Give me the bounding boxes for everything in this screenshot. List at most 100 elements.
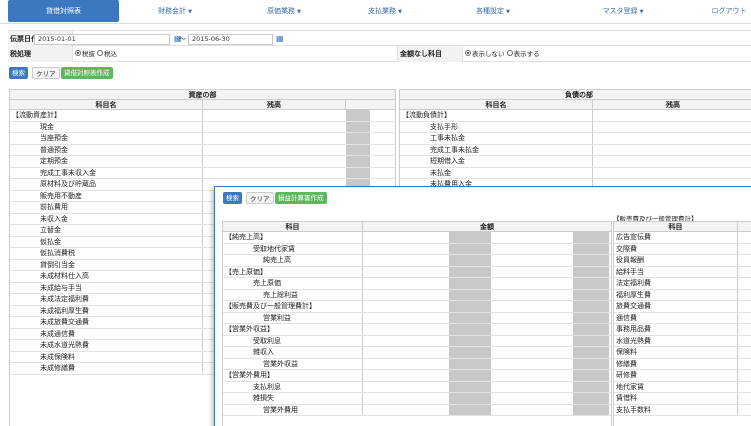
sga-amount-cell (738, 370, 751, 381)
search-button[interactable]: 検索 (9, 67, 28, 79)
liability-row: 【流動負債計】 (400, 110, 751, 122)
income-col-amount: 金額 (480, 223, 494, 231)
sga-amount-cell (738, 232, 751, 243)
overlay-search-button[interactable]: 検索 (223, 192, 242, 204)
sga-amount-cell (738, 301, 751, 312)
sga-row: 法定福利費 (614, 278, 751, 290)
asset-balance-shade (346, 156, 370, 167)
sga-account-name: 地代家賃 (614, 381, 738, 392)
sga-account-name: 役員報酬 (614, 255, 738, 266)
income-account-name: 売上総利益 (223, 289, 363, 300)
asset-spacer-cell (370, 168, 395, 179)
tax-included-radio[interactable]: 税込 (97, 50, 117, 58)
nav-cost-operations[interactable]: 原価業務 ▼ (251, 0, 317, 22)
chevron-down-icon: ▼ (398, 9, 402, 15)
liability-row: 工事未払金 (400, 133, 751, 145)
asset-row: 普通預金 (10, 144, 395, 156)
sga-row: 賃借料 (614, 393, 751, 405)
sga-amount-cell (738, 313, 751, 324)
asset-balance-cell (203, 168, 346, 179)
income-amount-shade (449, 335, 491, 346)
nav-financial-accounting[interactable]: 財務会計 ▼ (142, 0, 208, 22)
nav-logout[interactable]: ログアウト (704, 0, 751, 22)
date-to-input[interactable]: 2015-06-30 (188, 34, 273, 45)
asset-account-name: 未成通信費 (10, 328, 203, 339)
income-account-name: 営業利益 (223, 312, 363, 323)
income-amount-shade (449, 301, 491, 312)
clear-button[interactable]: クリア (32, 67, 60, 79)
income-amount-shade-2 (573, 324, 609, 335)
income-amount-shade-2 (573, 335, 609, 346)
income-row: 営業外費用 (223, 404, 611, 416)
income-amount-cell-2 (491, 313, 573, 324)
nav-balance-sheet[interactable]: 貸借対照表 (8, 0, 119, 22)
income-amount-cell-2 (491, 347, 573, 358)
income-account-name: 純売上高 (223, 255, 363, 266)
income-amount-shade (449, 255, 491, 266)
asset-account-name: 未成材料仕入高 (10, 271, 203, 282)
asset-row: 定期預金 (10, 156, 395, 168)
sga-account-name: 賃借料 (614, 393, 738, 404)
income-amount-cell (363, 255, 449, 266)
income-amount-cell (363, 359, 449, 370)
asset-row: 当座預金 (10, 133, 395, 145)
nav-master-registration[interactable]: マスタ登録 ▼ (590, 0, 656, 22)
sga-account-name: 旅費交通費 (614, 301, 738, 312)
sga-col-blank (738, 222, 751, 231)
sga-account-name: 研修費 (614, 370, 738, 381)
income-amount-shade (449, 347, 491, 358)
liability-balance-cell (593, 122, 751, 133)
income-amount-shade (449, 266, 491, 277)
income-amount-cell (363, 347, 449, 358)
nav-payment-operations[interactable]: 支払業務 ▼ (352, 0, 418, 22)
sga-amount-cell (738, 267, 751, 278)
income-amount-cell (363, 324, 449, 335)
income-header: 科目 金額 (223, 222, 611, 232)
income-amount-cell (363, 290, 449, 301)
sga-account-name: 修繕費 (614, 358, 738, 369)
income-amount-shade-2 (573, 358, 609, 369)
liabilities-col-amount: 残高 (666, 101, 680, 109)
show-zero-radio[interactable]: 表示する (506, 50, 540, 58)
asset-row: 完成工事未収入金 (10, 167, 395, 179)
sga-amount-cell (738, 382, 751, 393)
date-from-input[interactable]: 2015-01-01 (34, 34, 170, 45)
income-amount-shade (449, 404, 491, 415)
asset-account-name: 未成修繕費 (10, 363, 203, 374)
nav-settings[interactable]: 各種設定 ▼ (460, 0, 526, 22)
liability-account-name: 完成工事未払金 (400, 144, 593, 155)
tax-label: 税処理 (8, 46, 73, 62)
income-amount-cell-2 (491, 278, 573, 289)
income-row: 雑収入 (223, 347, 611, 359)
income-amount-shade-2 (573, 243, 609, 254)
liability-balance-cell (593, 145, 751, 156)
hide-zero-radio[interactable]: 表示しない (465, 50, 505, 58)
calendar-icon[interactable]: ▦ (276, 35, 284, 43)
asset-spacer-cell (370, 133, 395, 144)
income-amount-shade-2 (573, 393, 609, 404)
sga-account-name: 支払手数料 (614, 404, 738, 415)
income-account-name: 雑収入 (223, 347, 363, 358)
sga-header: 科目 (614, 222, 751, 232)
sga-amount-cell (738, 244, 751, 255)
tax-excluded-radio[interactable]: 税抜 (75, 50, 95, 58)
income-row: 雑損失 (223, 393, 611, 405)
radio-icon (97, 50, 104, 56)
income-row: 純売上高 (223, 255, 611, 267)
sga-row: 事務用品費 (614, 324, 751, 336)
asset-spacer-cell (370, 156, 395, 167)
create-balance-sheet-button[interactable]: 貸借対照表作成 (61, 67, 113, 79)
income-amount-cell (363, 370, 449, 381)
asset-account-name: 未成福利厚生費 (10, 305, 203, 316)
create-income-statement-button[interactable]: 損益計算書作成 (275, 192, 327, 204)
liability-balance-cell (593, 168, 751, 179)
overlay-clear-button[interactable]: クリア (246, 192, 274, 204)
asset-account-name: 仮払消費税 (10, 248, 203, 259)
income-row: 【純売上高】 (223, 232, 611, 244)
asset-account-name: 未成旅費交通費 (10, 317, 203, 328)
chevron-down-icon: ▼ (188, 9, 192, 15)
sga-account-name: 交際費 (614, 243, 738, 254)
asset-account-name: 未成水道光熱費 (10, 340, 203, 351)
income-amount-cell-2 (491, 324, 573, 335)
sga-row: 修繕費 (614, 358, 751, 370)
